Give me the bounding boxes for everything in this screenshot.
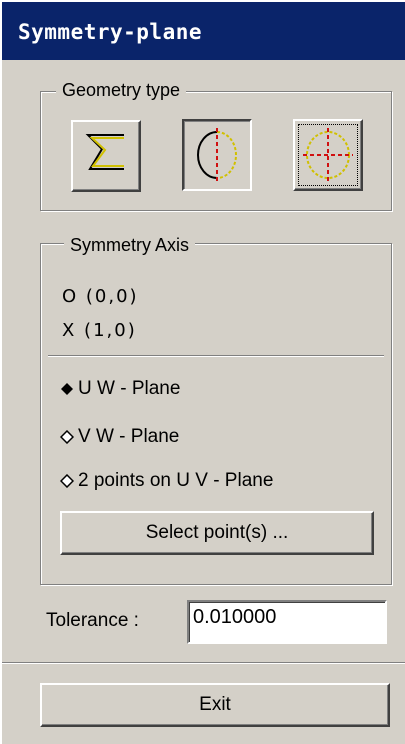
two-points-uv-plane-option[interactable]: 2 points on U V - Plane bbox=[60, 468, 273, 494]
footer-divider bbox=[2, 662, 405, 664]
select-points-button[interactable]: Select point(s) ... bbox=[60, 511, 374, 555]
full-circle-crosshair-icon bbox=[303, 128, 353, 182]
title-bar[interactable]: Symmetry-plane bbox=[2, 2, 405, 60]
uw-plane-label: U W - Plane bbox=[78, 378, 181, 399]
open-polyline-button[interactable] bbox=[71, 120, 141, 192]
vw-plane-label: V W - Plane bbox=[78, 426, 180, 447]
radio-unselected-icon bbox=[60, 474, 74, 488]
half-circle-button[interactable] bbox=[182, 119, 252, 191]
two-points-uv-plane-label: 2 points on U V - Plane bbox=[78, 470, 274, 491]
half-circle-axis-icon bbox=[197, 128, 237, 182]
symmetry-plane-dialog: Symmetry-plane Geometry type Symmetry Ax… bbox=[0, 0, 405, 744]
symmetry-axis-label: Symmetry Axis bbox=[64, 235, 196, 255]
radio-unselected-icon bbox=[60, 430, 74, 444]
window-title: Symmetry-plane bbox=[18, 20, 203, 44]
tolerance-input[interactable]: 0.010000 bbox=[187, 600, 387, 644]
tolerance-label: Tolerance : bbox=[46, 610, 139, 631]
divider bbox=[48, 355, 384, 357]
origin-readout: O (0,0) bbox=[62, 286, 139, 307]
exit-button[interactable]: Exit bbox=[40, 683, 390, 727]
x-axis-readout: X (1,0) bbox=[62, 320, 137, 341]
geometry-type-label: Geometry type bbox=[56, 80, 187, 100]
full-circle-button[interactable] bbox=[293, 119, 363, 191]
uw-plane-option[interactable]: U W - Plane bbox=[60, 376, 180, 402]
open-polyline-icon bbox=[85, 134, 124, 170]
vw-plane-option[interactable]: V W - Plane bbox=[60, 424, 179, 450]
radio-selected-icon bbox=[61, 383, 73, 395]
